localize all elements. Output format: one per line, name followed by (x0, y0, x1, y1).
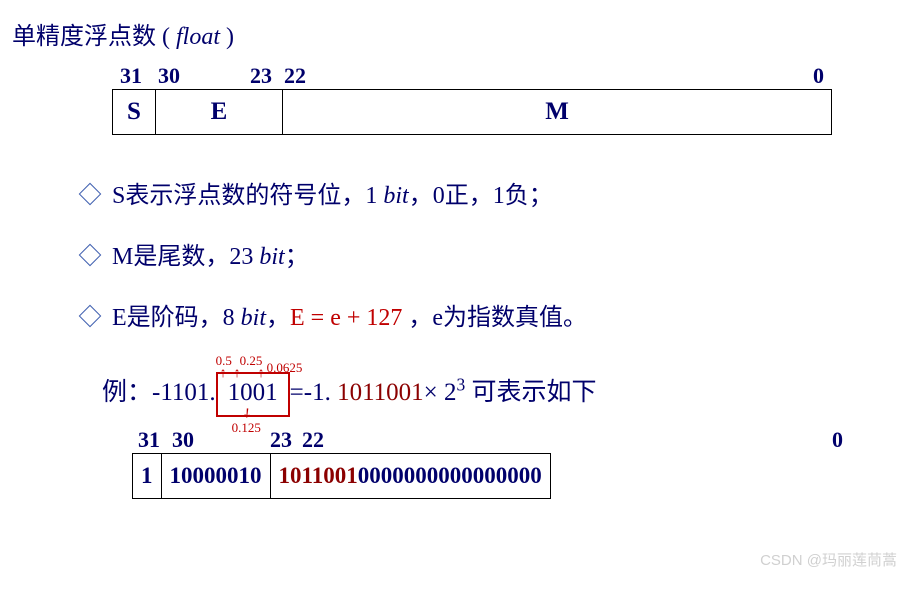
text-times: × 2 (424, 379, 457, 406)
label-0: 0 (832, 427, 843, 453)
example-red-box: 0.5 0.25 0.0625 ↑ ↑ ↑ 1001 0.125 ➚ (216, 372, 290, 417)
text-e-bit: bit (241, 305, 266, 331)
example-red-fraction: 1011001 (337, 379, 424, 406)
text-tail: 可表示如下 (465, 379, 596, 406)
arrow-up-icon: ↑ (220, 367, 227, 381)
text-s-tail: ，0正，1负； (409, 183, 553, 209)
example-prefix: 例：-1101. (102, 379, 216, 406)
example-line: 例：-1101. 0.5 0.25 0.0625 ↑ ↑ ↑ 1001 0.12… (102, 372, 895, 417)
frac-rest: 0000000000000000 (358, 463, 542, 488)
text-s-bit: bit (383, 183, 408, 209)
text-e-formula: E = e + 127 (290, 305, 408, 331)
label-22: 22 (302, 427, 324, 453)
cell-frac: 10110010000000000000000 (270, 454, 550, 499)
label-30: 30 (158, 63, 180, 89)
bullet-E: E是阶码，8 bit，E = e + 127 ，e为指数真值。 (82, 297, 895, 332)
bit-index-row-top: 31 30 23 22 0 (112, 61, 832, 89)
text-exp: 3 (457, 375, 466, 395)
diamond-icon (79, 183, 102, 206)
cell-M: M (283, 90, 832, 135)
text-e-sep: ， (266, 305, 290, 331)
title-cn: 单精度浮点数 ( (12, 24, 176, 50)
encoded-table: 1 10000010 10110010000000000000000 (132, 453, 551, 499)
anno-0-0625: 0.0625 (267, 361, 303, 374)
cell-E: E (156, 90, 283, 135)
float-fields-table: S E M (112, 89, 832, 135)
text-e-pre: E是阶码，8 (112, 305, 241, 331)
diamond-icon (79, 244, 102, 267)
title-end: ) (220, 24, 234, 50)
text-m: M是尾数，23 (112, 244, 259, 270)
diamond-icon (79, 305, 102, 328)
label-0: 0 (813, 63, 824, 89)
label-31: 31 (120, 63, 142, 89)
float-layout: 31 30 23 22 0 S E M (112, 61, 895, 135)
watermark-csdn: CSDN @玛丽莲茼蒿 (760, 549, 897, 570)
cell-exp: 10000010 (161, 454, 270, 499)
text-e-tail: ，e为指数真值。 (408, 305, 587, 331)
label-30: 30 (172, 427, 194, 453)
text-after-box: =-1. (290, 379, 337, 406)
frac-red: 1011001 (279, 463, 358, 488)
label-31: 31 (138, 427, 160, 453)
encoded-block: 31 30 23 22 0 1 10000010 101100100000000… (132, 425, 895, 499)
text-m-bit: bit (259, 244, 284, 270)
label-23: 23 (270, 427, 292, 453)
bit-index-row-bottom: 31 30 23 22 0 (132, 425, 852, 453)
text-s: S表示浮点数的符号位，1 (112, 183, 383, 209)
bullet-list: S表示浮点数的符号位，1 bit，0正，1负； M是尾数，23 bit； E是阶… (12, 175, 895, 332)
arrow-up-icon: ↑ (258, 367, 265, 381)
text-m-tail: ； (285, 244, 309, 270)
bullet-S: S表示浮点数的符号位，1 bit，0正，1负； (82, 175, 895, 210)
page-title: 单精度浮点数 ( float ) (12, 16, 895, 51)
example-boxed-bits: 1001 (228, 379, 278, 406)
arrow-up-icon: ↑ (234, 367, 241, 381)
cell-S: S (113, 90, 156, 135)
cell-sign: 1 (133, 454, 162, 499)
bullet-M: M是尾数，23 bit； (82, 236, 895, 271)
label-22: 22 (284, 63, 306, 89)
label-23: 23 (250, 63, 272, 89)
title-float: float (176, 24, 220, 50)
